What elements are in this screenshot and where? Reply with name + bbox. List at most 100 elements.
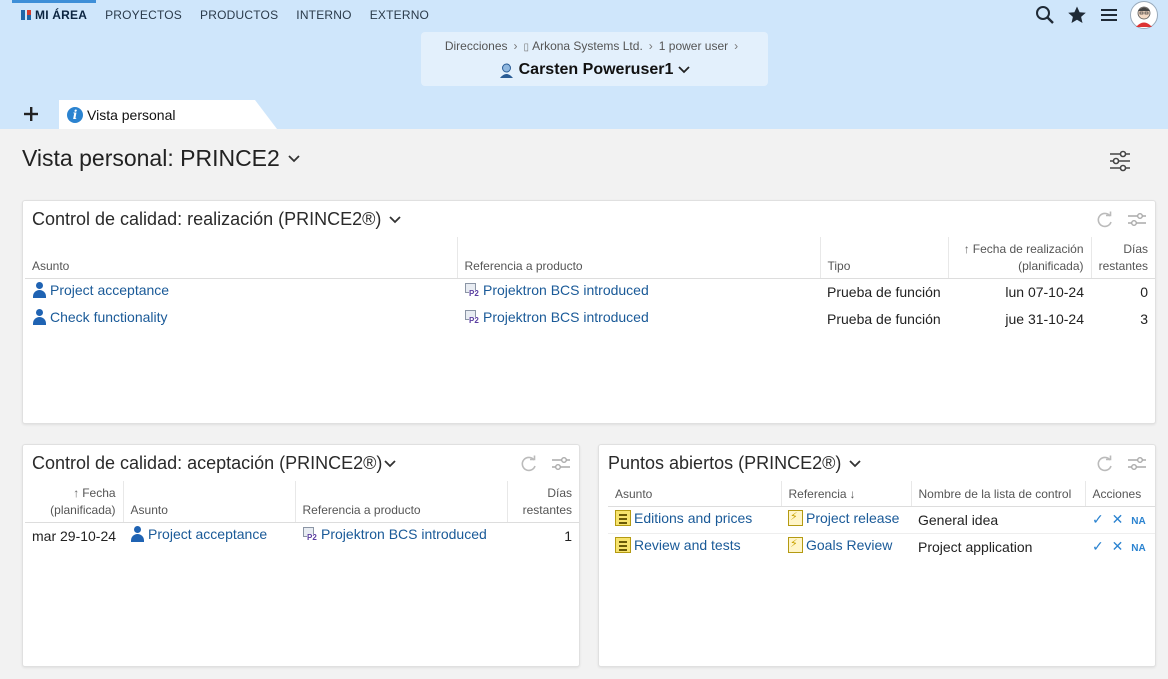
breadcrumb-item[interactable]: Direcciones — [445, 39, 508, 53]
col-tipo[interactable]: Tipo — [819, 237, 948, 279]
acciones-cell: ✓ ✕ NA — [1085, 533, 1155, 560]
asunto-link[interactable]: Project acceptance — [32, 282, 169, 299]
referencia-link[interactable]: Goals Review — [788, 537, 893, 554]
col-asunto[interactable]: Asunto — [122, 481, 296, 523]
nav-externo[interactable]: EXTERNO — [361, 0, 438, 30]
search-icon[interactable] — [1034, 4, 1056, 26]
panel-title-label: Puntos abiertos (PRINCE2®) — [608, 453, 842, 473]
info-icon: i — [67, 106, 83, 123]
referencia-link[interactable]: P2 Projektron BCS introduced — [464, 309, 649, 325]
panel-aceptacion: Control de calidad: aceptación (PRINCE2®… — [22, 444, 580, 667]
chevron-down-icon — [849, 459, 861, 467]
not-applicable-button[interactable]: NA — [1131, 516, 1145, 527]
col-fecha-realizacion[interactable]: Fecha de realización (planificada) — [947, 237, 1091, 279]
settings-sliders-icon[interactable] — [1127, 455, 1147, 473]
asunto-link[interactable]: Check functionality — [32, 309, 168, 325]
col-fecha-planificada[interactable]: Fecha (planificada) — [25, 481, 124, 523]
asunto-link[interactable]: Review and tests — [615, 537, 741, 554]
col-dias-restantes[interactable]: Días restantes — [1090, 237, 1155, 279]
panel-tools — [519, 455, 571, 473]
nav-interno[interactable]: INTERNO — [287, 0, 360, 30]
col-referencia[interactable]: Referencia a producto — [456, 237, 820, 279]
close-icon[interactable]: ✕ — [1112, 511, 1124, 527]
col-nombre-lista[interactable]: Nombre de la lista de control — [910, 481, 1085, 507]
close-icon[interactable]: ✕ — [1112, 538, 1124, 554]
breadcrumb-item[interactable]: Arkona Systems Ltd. — [532, 39, 643, 53]
nav-productos[interactable]: PRODUCTOS — [191, 0, 287, 30]
fecha-cell: lun 07-10-24 — [1005, 283, 1084, 300]
chevron-down-icon — [288, 154, 300, 162]
mi-area-icon — [21, 10, 31, 20]
table-row: Project acceptance P2 Projektron BCS intr… — [25, 278, 1155, 305]
product-icon: P2 — [302, 526, 318, 543]
nav-proyectos[interactable]: PROYECTOS — [96, 0, 191, 30]
star-icon[interactable] — [1066, 4, 1088, 26]
context-title[interactable]: Carsten Poweruser1 — [421, 61, 768, 79]
user-icon — [32, 309, 47, 325]
not-applicable-button[interactable]: NA — [1131, 543, 1145, 554]
referencia-link[interactable]: Project release — [788, 510, 899, 526]
col-acciones[interactable]: Acciones — [1084, 481, 1155, 507]
col-dias-restantes[interactable]: Días restantes — [507, 481, 579, 523]
referencia-label: Projektron BCS introduced — [483, 309, 649, 325]
user-icon — [130, 526, 145, 543]
aceptacion-table: Fecha (planificada) Asunto Referencia a … — [25, 481, 579, 549]
main-nav: MI ÁREA PROYECTOS PRODUCTOS INTERNO EXTE… — [12, 0, 438, 30]
chevron-down-icon — [389, 215, 402, 223]
check-icon[interactable]: ✓ — [1092, 511, 1104, 527]
dias-cell: 1 — [564, 527, 572, 544]
col-referencia[interactable]: Referencia — [780, 481, 911, 507]
tipo-cell: Prueba de función — [827, 283, 941, 300]
realizacion-table: Asunto Referencia a producto Tipo Fecha … — [25, 237, 1155, 332]
dias-cell: 0 — [1140, 283, 1148, 300]
referencia-label: Project release — [806, 510, 900, 526]
refresh-icon[interactable] — [519, 455, 539, 473]
nav-mi-area[interactable]: MI ÁREA — [12, 0, 97, 30]
asunto-label: Project acceptance — [148, 526, 268, 543]
referencia-link[interactable]: P2 Projektron BCS introduced — [302, 526, 487, 543]
settings-sliders-icon[interactable] — [1127, 211, 1147, 229]
top-icons — [1034, 0, 1158, 30]
col-dias-line1: Días — [547, 485, 572, 500]
fecha-cell: jue 31-10-24 — [1005, 310, 1084, 327]
page-settings-button[interactable] — [1108, 150, 1134, 174]
tab-vista-personal[interactable]: i Vista personal — [59, 100, 255, 129]
table-row: mar 29-10-24 Project acceptance P2 Projek… — [25, 522, 579, 549]
refresh-icon[interactable] — [1095, 211, 1115, 229]
checklist-icon — [615, 510, 631, 526]
col-fecha-line2: (planificada) — [50, 502, 116, 517]
refresh-icon[interactable] — [1095, 455, 1115, 473]
asunto-label: Check functionality — [50, 309, 168, 325]
referencia-link[interactable]: P2 Projektron BCS introduced — [464, 282, 649, 299]
col-fecha-line2: (planificada) — [1018, 258, 1084, 273]
referencia-label: Projektron BCS introduced — [483, 282, 649, 299]
page-title[interactable]: Vista personal: PRINCE2 — [22, 145, 300, 172]
col-referencia[interactable]: Referencia a producto — [294, 481, 508, 523]
referencia-label: Goals Review — [806, 537, 893, 554]
add-tab-button[interactable] — [20, 104, 42, 124]
panel-title[interactable]: Control de calidad: realización (PRINCE2… — [32, 209, 402, 230]
col-asunto[interactable]: Asunto — [608, 481, 781, 507]
breadcrumb-item[interactable]: 1 power user — [659, 39, 728, 53]
col-fecha-line1: Fecha de realización — [956, 241, 1084, 258]
panel-title-label: Control de calidad: aceptación (PRINCE2®… — [32, 453, 383, 473]
menu-icon[interactable] — [1098, 4, 1120, 26]
check-icon[interactable]: ✓ — [1092, 538, 1104, 554]
dias-cell: 3 — [1140, 310, 1148, 327]
col-asunto[interactable]: Asunto — [25, 237, 457, 279]
settings-sliders-icon[interactable] — [551, 455, 571, 473]
product-icon: P2 — [464, 282, 480, 299]
avatar[interactable] — [1130, 1, 1158, 29]
panel-title[interactable]: Puntos abiertos (PRINCE2®) — [608, 453, 861, 474]
top-bar: MI ÁREA PROYECTOS PRODUCTOS INTERNO EXTE… — [0, 0, 1168, 100]
plus-icon — [24, 107, 38, 121]
product-icon: P2 — [464, 309, 480, 325]
asunto-link[interactable]: Editions and prices — [615, 510, 752, 526]
panel-tools — [1095, 455, 1147, 473]
fecha-cell: mar 29-10-24 — [32, 527, 117, 544]
asunto-link[interactable]: Project acceptance — [130, 526, 268, 543]
asunto-label: Editions and prices — [634, 510, 753, 526]
lista-cell: Project application — [918, 538, 1033, 555]
panel-title[interactable]: Control de calidad: aceptación (PRINCE2®… — [32, 453, 397, 474]
context-selector[interactable]: Direcciones › ▯ Arkona Systems Ltd. › 1 power… — [421, 32, 768, 86]
